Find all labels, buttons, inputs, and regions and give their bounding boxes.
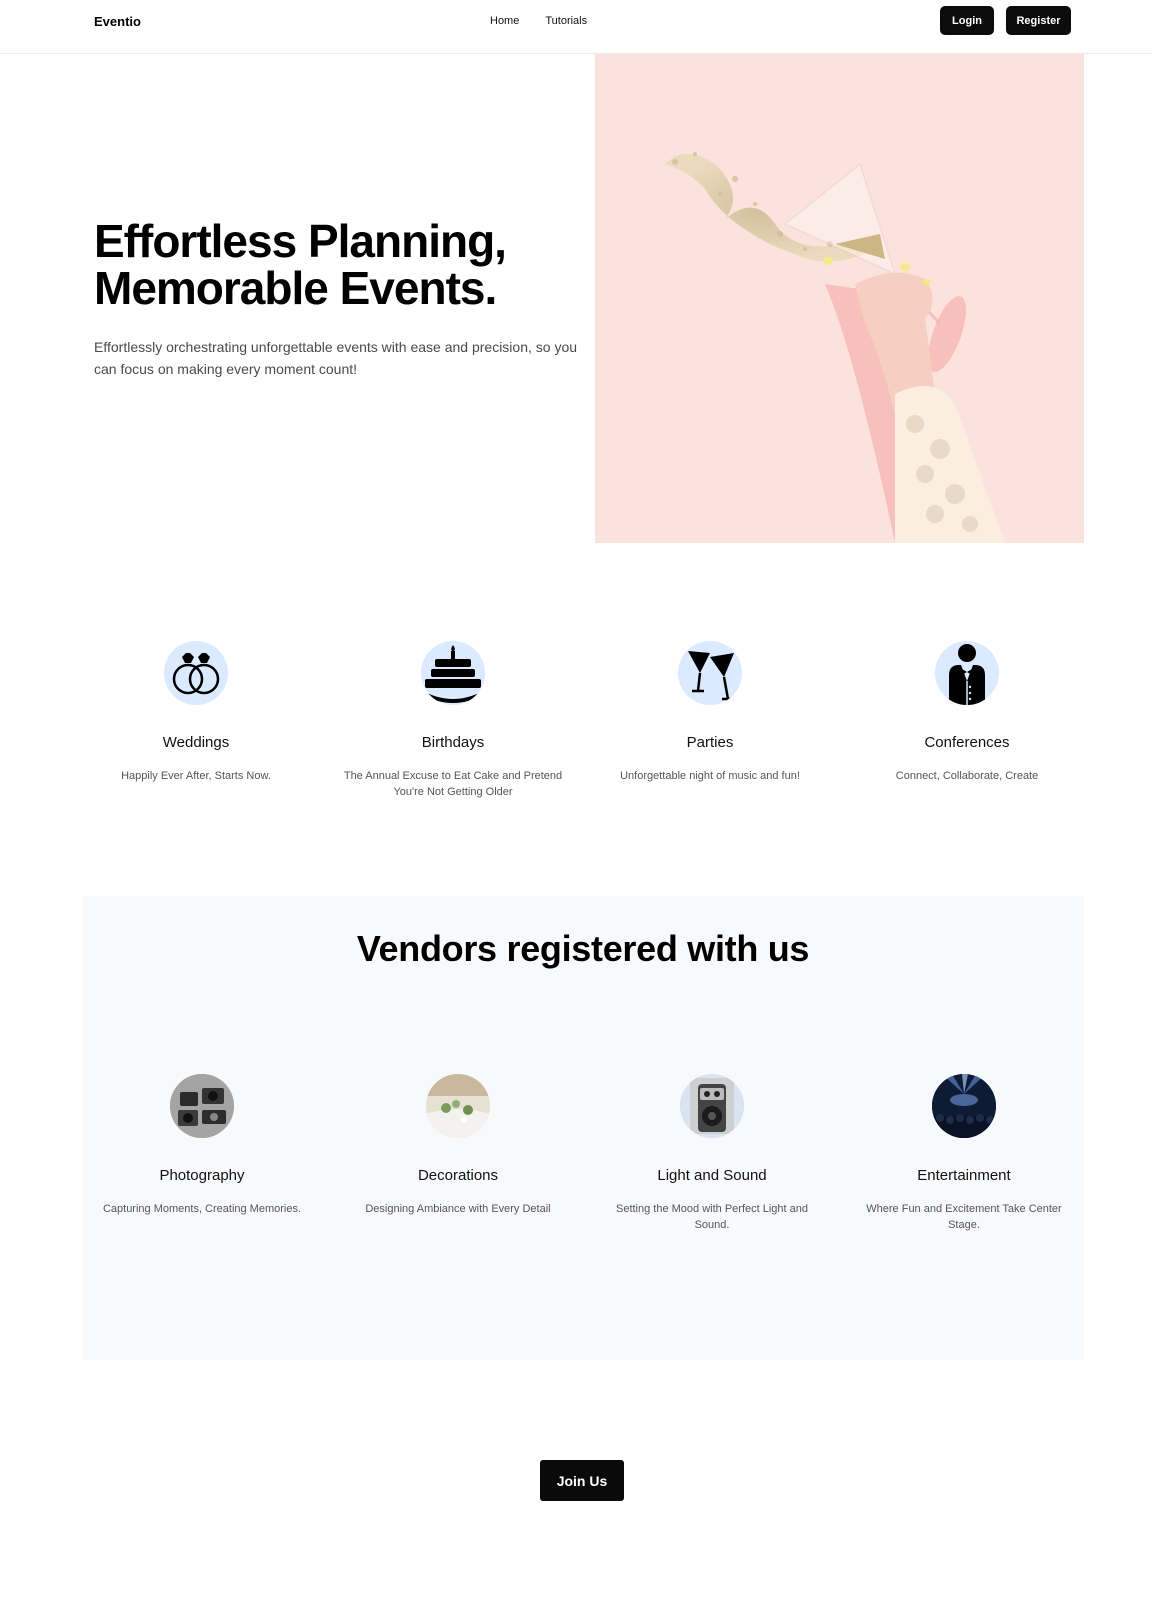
vendor-light-and-sound[interactable]: Light and Sound Setting the Mood with Pe… — [602, 1074, 822, 1233]
speaker-photo — [680, 1074, 744, 1138]
birthday-cake-icon — [421, 641, 485, 705]
category-description: Unforgettable night of music and fun! — [620, 770, 800, 782]
category-title: Conferences — [924, 734, 1010, 751]
nav-home-link[interactable]: Home — [490, 15, 519, 27]
vendors-title: Vendors registered with us — [356, 928, 810, 969]
vendor-description: Where Fun and Excitement Take Center Sta… — [866, 1203, 1062, 1231]
businessman-icon — [935, 641, 999, 705]
table-decor-photo — [426, 1074, 490, 1138]
register-button[interactable]: Register — [1006, 6, 1071, 35]
vendor-title: Photography — [159, 1167, 245, 1184]
vendor-decorations[interactable]: Decorations Designing Ambiance with Ever… — [348, 1074, 568, 1217]
category-description: Happily Ever After, Starts Now. — [121, 770, 271, 782]
vendor-description: Capturing Moments, Creating Memories. — [102, 1203, 302, 1215]
site-header: Eventio Home Tutorials Login Register — [0, 0, 1152, 54]
category-weddings[interactable]: Weddings Happily Ever After, Starts Now. — [76, 641, 316, 784]
wedding-rings-icon — [164, 641, 228, 705]
nav-tutorials-link[interactable]: Tutorials — [545, 15, 587, 27]
champagne-glass-glitter-image — [665, 152, 1005, 543]
hero-subtitle: Effortlessly orchestrating unforgettable… — [94, 339, 578, 377]
brand-logo[interactable]: Eventio — [94, 14, 141, 29]
vendors-section: Vendors registered with us Photography C… — [82, 896, 1084, 1360]
concert-stage-photo — [932, 1074, 996, 1138]
vendor-title: Entertainment — [917, 1167, 1011, 1184]
category-birthdays[interactable]: Birthdays The Annual Excuse to Eat Cake … — [333, 641, 573, 800]
join-us-button[interactable]: Join Us — [540, 1460, 624, 1501]
vendor-photography[interactable]: Photography Capturing Moments, Creating … — [92, 1074, 312, 1217]
vendor-title: Light and Sound — [657, 1167, 767, 1184]
vendor-entertainment[interactable]: Entertainment Where Fun and Excitement T… — [854, 1074, 1074, 1233]
hero-title-line-1: Effortless Planning, — [94, 215, 507, 267]
hero-image — [595, 54, 1084, 543]
category-conferences[interactable]: Conferences Connect, Collaborate, Create — [847, 641, 1087, 784]
category-title: Birthdays — [421, 734, 485, 751]
vendor-description: Designing Ambiance with Every Detail — [365, 1203, 551, 1215]
login-button[interactable]: Login — [940, 6, 994, 35]
main-nav: Home Tutorials — [490, 15, 587, 27]
cocktail-glasses-icon — [678, 641, 742, 705]
vendor-description: Setting the Mood with Perfect Light and … — [615, 1203, 808, 1231]
vendor-title: Decorations — [417, 1167, 499, 1184]
hero-title: Effortless Planning, Memorable Events. — [94, 218, 594, 312]
category-title: Parties — [686, 734, 734, 751]
category-title: Weddings — [162, 734, 230, 751]
camera-gear-photo — [170, 1074, 234, 1138]
category-description: The Annual Excuse to Eat Cake and Preten… — [343, 770, 563, 798]
hero-title-line-2: Memorable Events. — [94, 262, 497, 314]
category-description: Connect, Collaborate, Create — [895, 770, 1039, 782]
category-parties[interactable]: Parties Unforgettable night of music and… — [590, 641, 830, 784]
